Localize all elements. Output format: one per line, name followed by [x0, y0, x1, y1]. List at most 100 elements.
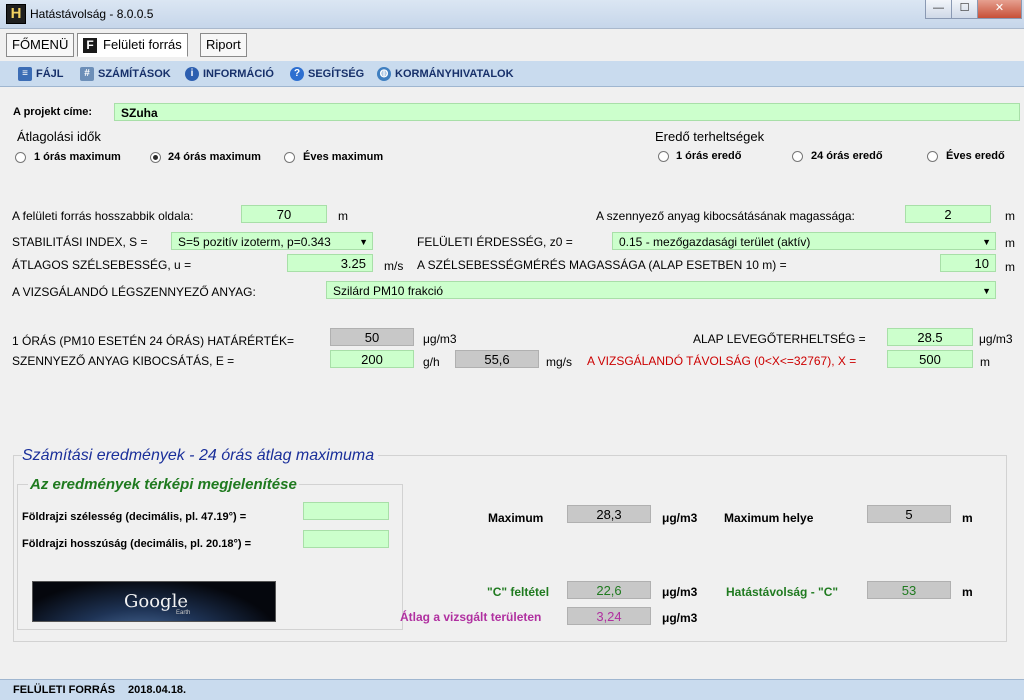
emission-height-label: A szennyező anyag kibocsátásának magassá… [596, 209, 855, 223]
longest-side-input[interactable]: 70 [241, 205, 327, 223]
minimize-button[interactable]: — [925, 0, 952, 19]
loads-title: Eredő terheltségek [655, 129, 765, 144]
latitude-input[interactable] [303, 502, 389, 520]
maximum-value: 28,3 [567, 505, 651, 523]
close-button[interactable]: ✕ [977, 0, 1022, 19]
wind-height-input[interactable]: 10 [940, 254, 996, 272]
info-icon: i [185, 67, 199, 81]
roughness-value: 0.15 - mezőgazdasági terület (aktív) [619, 235, 811, 249]
emission-input[interactable]: 200 [330, 350, 414, 368]
area-average-value: 3,24 [567, 607, 651, 625]
chevron-down-icon: ▼ [982, 237, 991, 247]
roughness-unit: m [1005, 236, 1015, 250]
radio-1h-load[interactable] [658, 151, 669, 162]
status-date: 2018.04.18. [128, 684, 187, 696]
radio-annual-load[interactable] [927, 151, 938, 162]
window-title: Hatástávolság - 8.0.0.5 [30, 7, 154, 21]
impact-distance-c-label: Hatástávolság - "C" [726, 585, 839, 599]
google-earth-button[interactable]: Google Earth [32, 581, 276, 622]
area-average-unit: μg/m3 [662, 611, 698, 625]
tab-report-label: Riport [206, 37, 241, 52]
menu-calculations-label: SZÁMÍTÁSOK [98, 67, 171, 80]
menu-government-offices-label: KORMÁNYHIVATALOK [395, 67, 514, 80]
globe-icon: ◍ [377, 67, 391, 81]
menu-government-offices[interactable]: ◍ KORMÁNYHIVATALOK [377, 67, 514, 81]
roughness-select[interactable]: 0.15 - mezőgazdasági terület (aktív) ▼ [612, 232, 996, 250]
chevron-down-icon: ▼ [359, 237, 368, 247]
wind-height-unit: m [1005, 260, 1015, 274]
averaging-title: Átlagolási idők [17, 129, 101, 144]
menu-file[interactable]: ≡ FÁJL [18, 67, 64, 81]
longest-side-label: A felületi forrás hosszabbik oldala: [12, 209, 194, 223]
distance-label: A VIZSGÁLANDÓ TÁVOLSÁG (0<X<=32767), X = [587, 354, 857, 368]
tab-main-menu-label: FŐMENÜ [12, 37, 69, 52]
c-condition-unit: μg/m3 [662, 585, 698, 599]
google-logo: Google [124, 591, 188, 612]
longitude-input[interactable] [303, 530, 389, 548]
surface-source-icon: F [83, 38, 97, 54]
radio-24h-max[interactable] [150, 152, 161, 163]
maximize-button[interactable]: ☐ [951, 0, 978, 19]
maximum-location-unit: m [962, 511, 973, 525]
wind-speed-unit: m/s [384, 259, 404, 273]
menu-calculations[interactable]: # SZÁMÍTÁSOK [80, 67, 171, 81]
project-title-label: A projekt címe: [13, 106, 93, 118]
maximum-location-value: 5 [867, 505, 951, 523]
radio-24h-load[interactable] [792, 151, 803, 162]
area-average-label: Átlag a vizsgált területen [400, 610, 542, 624]
results-title: Számítási eredmények - 24 órás átlag max… [22, 447, 379, 465]
distance-input[interactable]: 500 [887, 350, 973, 368]
radio-24h-load-label: 24 órás eredő [811, 150, 883, 162]
tab-main-menu[interactable]: FŐMENÜ [6, 33, 75, 57]
menu-file-label: FÁJL [36, 67, 64, 80]
maximum-location-label: Maximum helye [724, 511, 814, 525]
wind-speed-input[interactable]: 3.25 [287, 254, 373, 272]
background-load-label: ALAP LEVEGŐTERHELTSÉG = [693, 332, 866, 346]
emission-height-input[interactable]: 2 [905, 205, 991, 223]
emission-label: SZENNYEZŐ ANYAG KIBOCSÁTÁS, E = [12, 354, 235, 368]
radio-annual-max-label: Éves maximum [303, 151, 384, 163]
help-icon: ? [290, 67, 304, 81]
background-load-unit: μg/m3 [979, 332, 1013, 346]
longest-side-unit: m [338, 209, 348, 223]
roughness-label: FELÜLETI ÉRDESSÉG, z0 = [417, 235, 573, 249]
google-earth-sublabel: Earth [176, 610, 191, 616]
menu-help-label: SEGÍTSÉG [308, 67, 365, 80]
latitude-label: Földrajzi szélesség (decimális, pl. 47.1… [22, 511, 247, 523]
stability-label: STABILITÁSI INDEX, S = [12, 235, 148, 249]
status-source-type: FELÜLETI FORRÁS [13, 684, 116, 696]
chevron-down-icon: ▼ [982, 286, 991, 296]
radio-1h-load-label: 1 órás eredő [676, 150, 742, 162]
c-condition-label: "C" feltétel [487, 585, 550, 599]
stability-select[interactable]: S=5 pozitív izoterm, p=0.343 ▼ [171, 232, 373, 250]
stability-value: S=5 pozitív izoterm, p=0.343 [178, 235, 331, 249]
limit-value-label: 1 ÓRÁS (PM10 ESETÉN 24 ÓRÁS) HATÁRÉRTÉK= [12, 334, 294, 348]
impact-distance-c-value: 53 [867, 581, 951, 599]
limit-value-display: 50 [330, 328, 414, 346]
emission-unit: g/h [423, 355, 440, 369]
radio-1h-max-label: 1 órás maximum [34, 151, 121, 163]
limit-value-unit: μg/m3 [423, 332, 457, 346]
emission-ms-display: 55,6 [455, 350, 539, 368]
pollutant-select[interactable]: Szilárd PM10 frakció ▼ [326, 281, 996, 299]
tab-report[interactable]: Riport [200, 33, 247, 57]
pollutant-value: Szilárd PM10 frakció [333, 284, 444, 298]
radio-24h-max-label: 24 órás maximum [168, 151, 261, 163]
menu-information-label: INFORMÁCIÓ [203, 67, 274, 80]
tab-surface-source[interactable]: F Felületi forrás [77, 33, 188, 57]
map-title: Az eredmények térképi megjelenítése [28, 476, 299, 493]
radio-1h-max[interactable] [15, 152, 26, 163]
pollutant-label: A VIZSGÁLANDÓ LÉGSZENNYEZŐ ANYAG: [12, 285, 256, 299]
title-bar: H Hatástávolság - 8.0.0.5 — ☐ ✕ [0, 0, 1024, 29]
radio-annual-max[interactable] [284, 152, 295, 163]
emission-height-unit: m [1005, 209, 1015, 223]
menu-bar: ≡ FÁJL # SZÁMÍTÁSOK i INFORMÁCIÓ ? SEGÍTSÉG … [0, 61, 1024, 87]
background-load-input[interactable]: 28.5 [887, 328, 973, 346]
project-title-input[interactable]: SZuha [114, 103, 1020, 121]
menu-help[interactable]: ? SEGÍTSÉG [290, 67, 364, 81]
distance-unit: m [980, 355, 990, 369]
longitude-label: Földrajzi hosszúság (decimális, pl. 20.1… [22, 538, 252, 550]
menu-information[interactable]: i INFORMÁCIÓ [185, 67, 274, 81]
emission-ms-unit: mg/s [546, 355, 573, 369]
maximum-label: Maximum [488, 511, 544, 525]
